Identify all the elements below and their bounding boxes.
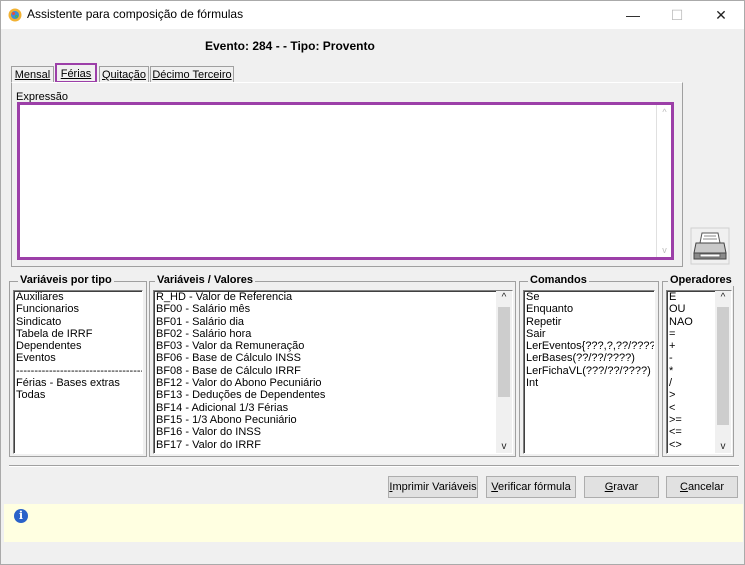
- event-header: Evento: 284 - - Tipo: Provento: [205, 39, 375, 53]
- tab-label: Décimo Terceiro: [152, 69, 232, 81]
- list-item[interactable]: BF16 - Valor do INSS: [154, 426, 512, 438]
- tab-label: Quitação: [101, 69, 147, 81]
- list-item[interactable]: R_HD - Valor de Referencia: [154, 291, 512, 303]
- variaveis-valores-group: Variáveis / Valores R_HD - Valor de Refe…: [149, 274, 516, 457]
- variaveis-tipo-title: Variáveis por tipo: [18, 274, 114, 286]
- list-item[interactable]: Repetir: [524, 316, 654, 328]
- printer-icon[interactable]: [690, 227, 730, 265]
- scroll-thumb[interactable]: [498, 307, 510, 397]
- formula-assistant-window: Assistente para composição de fórmulas —…: [0, 0, 745, 565]
- button-label: mprimir Variáveis: [392, 481, 477, 493]
- list-item[interactable]: BF02 - Salário hora: [154, 328, 512, 340]
- list-item[interactable]: Enquanto: [524, 303, 654, 315]
- list-item[interactable]: BF15 - 1/3 Abono Pecuniário: [154, 414, 512, 426]
- tab-label: Férias: [60, 68, 92, 80]
- list-item[interactable]: BF17 - Valor do IRRF: [154, 439, 512, 451]
- button-accelerator: G: [604, 481, 614, 493]
- list-item[interactable]: LerEventos{???,?,??/????}: [524, 340, 654, 352]
- expression-textarea[interactable]: ^ v: [17, 102, 674, 260]
- verificar-formula-button[interactable]: Verificar fórmula: [486, 476, 576, 498]
- cancelar-button[interactable]: Cancelar: [666, 476, 738, 498]
- info-bar: i: [4, 504, 743, 542]
- variaveis-tipo-group: Variáveis por tipo Auxiliares Funcionario…: [9, 274, 147, 457]
- expression-scrollbar[interactable]: ^ v: [656, 105, 671, 257]
- operadores-list[interactable]: E OU NAO = + - * / > < >= <= <> ^ v: [666, 290, 732, 454]
- list-item[interactable]: Todas: [14, 389, 142, 401]
- operadores-title: Operadores: [668, 274, 734, 286]
- tab-ferias[interactable]: Férias: [55, 63, 97, 83]
- variaveis-valores-title: Variáveis / Valores: [155, 274, 256, 286]
- list-item[interactable]: BF00 - Salário mês: [154, 303, 512, 315]
- close-button[interactable]: ✕: [699, 1, 743, 29]
- divider: [9, 465, 739, 467]
- list-item[interactable]: Int: [524, 377, 654, 389]
- title-bar[interactable]: Assistente para composição de fórmulas —…: [1, 1, 744, 29]
- comandos-title: Comandos: [528, 274, 589, 286]
- app-icon: [8, 8, 22, 22]
- list-item[interactable]: Auxiliares: [14, 291, 142, 303]
- list-item[interactable]: BF14 - Adicional 1/3 Férias: [154, 402, 512, 414]
- list-item[interactable]: BF03 - Valor da Remuneração: [154, 340, 512, 352]
- tab-label: Mensal: [14, 69, 51, 81]
- operadores-group: Operadores E OU NAO = + - * / > < >= <= <> ^ v: [662, 274, 734, 457]
- info-icon: i: [14, 509, 28, 523]
- maximize-button[interactable]: ☐: [655, 1, 699, 29]
- scroll-down-icon[interactable]: v: [496, 441, 512, 452]
- list-item[interactable]: BF13 - Deduções de Dependentes: [154, 389, 512, 401]
- scroll-up-icon[interactable]: ^: [715, 292, 731, 303]
- tab-quitacao[interactable]: Quitação: [99, 66, 149, 83]
- button-label: ancelar: [687, 481, 725, 493]
- button-accelerator: C: [679, 481, 688, 493]
- minimize-button[interactable]: —: [611, 1, 655, 29]
- operadores-scrollbar[interactable]: ^ v: [715, 291, 731, 453]
- imprimir-variaveis-button[interactable]: Imprimir Variáveis: [388, 476, 478, 498]
- button-label: erificar fórmula: [497, 481, 571, 493]
- window-title: Assistente para composição de fórmulas: [27, 7, 244, 21]
- variaveis-valores-scrollbar[interactable]: ^ v: [496, 291, 512, 453]
- variaveis-valores-list[interactable]: R_HD - Valor de Referencia BF00 - Salário…: [153, 290, 513, 454]
- comandos-group: Comandos Se Enquanto Repetir Sair LerEventos…: [519, 274, 659, 457]
- list-item[interactable]: Tabela de IRRF: [14, 328, 142, 340]
- list-item[interactable]: Sindicato: [14, 316, 142, 328]
- list-item[interactable]: Dependentes: [14, 340, 142, 352]
- scroll-down-icon[interactable]: v: [657, 245, 672, 255]
- list-item[interactable]: LerFichaVL(???/??/????): [524, 365, 654, 377]
- scroll-up-icon[interactable]: ^: [496, 292, 512, 303]
- list-item[interactable]: Eventos: [14, 352, 142, 364]
- expression-value: [20, 105, 671, 109]
- list-item[interactable]: ------------------------------------: [14, 365, 142, 377]
- list-item[interactable]: Se: [524, 291, 654, 303]
- list-item[interactable]: Férias - Bases extras: [14, 377, 142, 389]
- button-accelerator: V: [491, 481, 498, 493]
- scroll-up-icon[interactable]: ^: [657, 107, 672, 117]
- list-item[interactable]: Sair: [524, 328, 654, 340]
- comandos-list[interactable]: Se Enquanto Repetir Sair LerEventos{???,?,??…: [523, 290, 655, 454]
- scroll-thumb[interactable]: [717, 307, 729, 425]
- list-item[interactable]: LerBases(??/??/????): [524, 352, 654, 364]
- button-label: ravar: [613, 481, 639, 493]
- list-item[interactable]: BF08 - Base de Cálculo IRRF: [154, 365, 512, 377]
- tab-decimo-terceiro[interactable]: Décimo Terceiro: [150, 66, 234, 83]
- gravar-button[interactable]: Gravar: [584, 476, 659, 498]
- list-item[interactable]: Funcionarios: [14, 303, 142, 315]
- list-item[interactable]: BF01 - Salário dia: [154, 316, 512, 328]
- tab-mensal[interactable]: Mensal: [11, 66, 54, 83]
- list-item[interactable]: BF06 - Base de Cálculo INSS: [154, 352, 512, 364]
- scroll-down-icon[interactable]: v: [715, 441, 731, 452]
- variaveis-tipo-list[interactable]: Auxiliares Funcionarios Sindicato Tabela de…: [13, 290, 143, 454]
- list-item[interactable]: BF12 - Valor do Abono Pecuniário: [154, 377, 512, 389]
